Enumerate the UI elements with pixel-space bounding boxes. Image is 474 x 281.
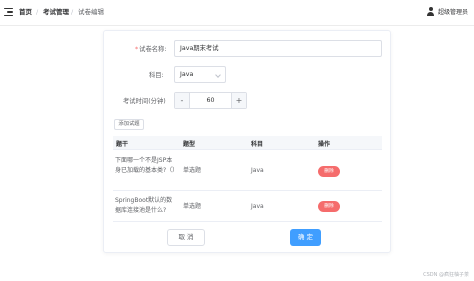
question-cell: SpringBoot默认的数据库连接池是什么?: [115, 197, 173, 214]
table-row: SpringBoot默认的数据库连接池是什么? 单选题 Java 删除: [113, 192, 382, 222]
table-header: 题干 题型 科目 操作: [113, 136, 382, 150]
duration-decrement-button[interactable]: -: [175, 93, 190, 108]
column-header-question: 题干: [116, 141, 129, 148]
duration-input[interactable]: 60: [190, 93, 231, 108]
chevron-down-icon: [215, 72, 221, 78]
confirm-button[interactable]: 确 定: [290, 229, 321, 246]
duration-stepper: - 60 +: [174, 92, 247, 109]
type-cell: 单选题: [183, 203, 202, 210]
breadcrumb-home[interactable]: 首页: [19, 8, 32, 16]
breadcrumb-separator: /: [36, 8, 39, 16]
duration-increment-button[interactable]: +: [231, 93, 246, 108]
breadcrumb-exam-management[interactable]: 考试管理: [43, 8, 69, 16]
subject-label: 科目:: [149, 72, 164, 79]
add-question-button[interactable]: 添加试题: [114, 119, 144, 130]
subject-value: Java: [180, 71, 194, 78]
user-name: 超级管理员: [437, 9, 468, 16]
watermark: CSDN @疯狂柚子茶: [423, 272, 469, 278]
user-icon: [427, 7, 435, 16]
breadcrumb-current: 试卷编辑: [78, 8, 104, 16]
question-cell: 下面哪一个不是JSP本身已加载的基本类?（）: [115, 157, 179, 174]
column-header-type: 题型: [183, 141, 196, 148]
exam-title-label: *试卷名称:: [135, 46, 167, 53]
table-row: 下面哪一个不是JSP本身已加载的基本类?（） 单选题 Java 删除: [113, 151, 382, 191]
user-menu[interactable]: 超级管理员: [427, 7, 468, 16]
breadcrumb-separator: /: [71, 8, 74, 16]
subject-cell: Java: [251, 167, 264, 174]
menu-toggle-icon[interactable]: [4, 7, 14, 17]
duration-label: 考试时间(分钟): [123, 98, 166, 105]
top-header: 首页 / 考试管理 / 试卷编辑 超级管理员: [0, 0, 474, 26]
subject-cell: Java: [251, 203, 264, 210]
exam-title-input[interactable]: Java期末考试: [174, 40, 382, 57]
cancel-button[interactable]: 取 消: [167, 229, 205, 246]
column-header-subject: 科目: [251, 141, 264, 148]
delete-button[interactable]: 删除: [318, 201, 340, 212]
subject-select[interactable]: Java: [174, 66, 226, 83]
type-cell: 单选题: [183, 167, 202, 174]
column-header-actions: 操作: [318, 141, 331, 148]
delete-button[interactable]: 删除: [318, 166, 340, 177]
